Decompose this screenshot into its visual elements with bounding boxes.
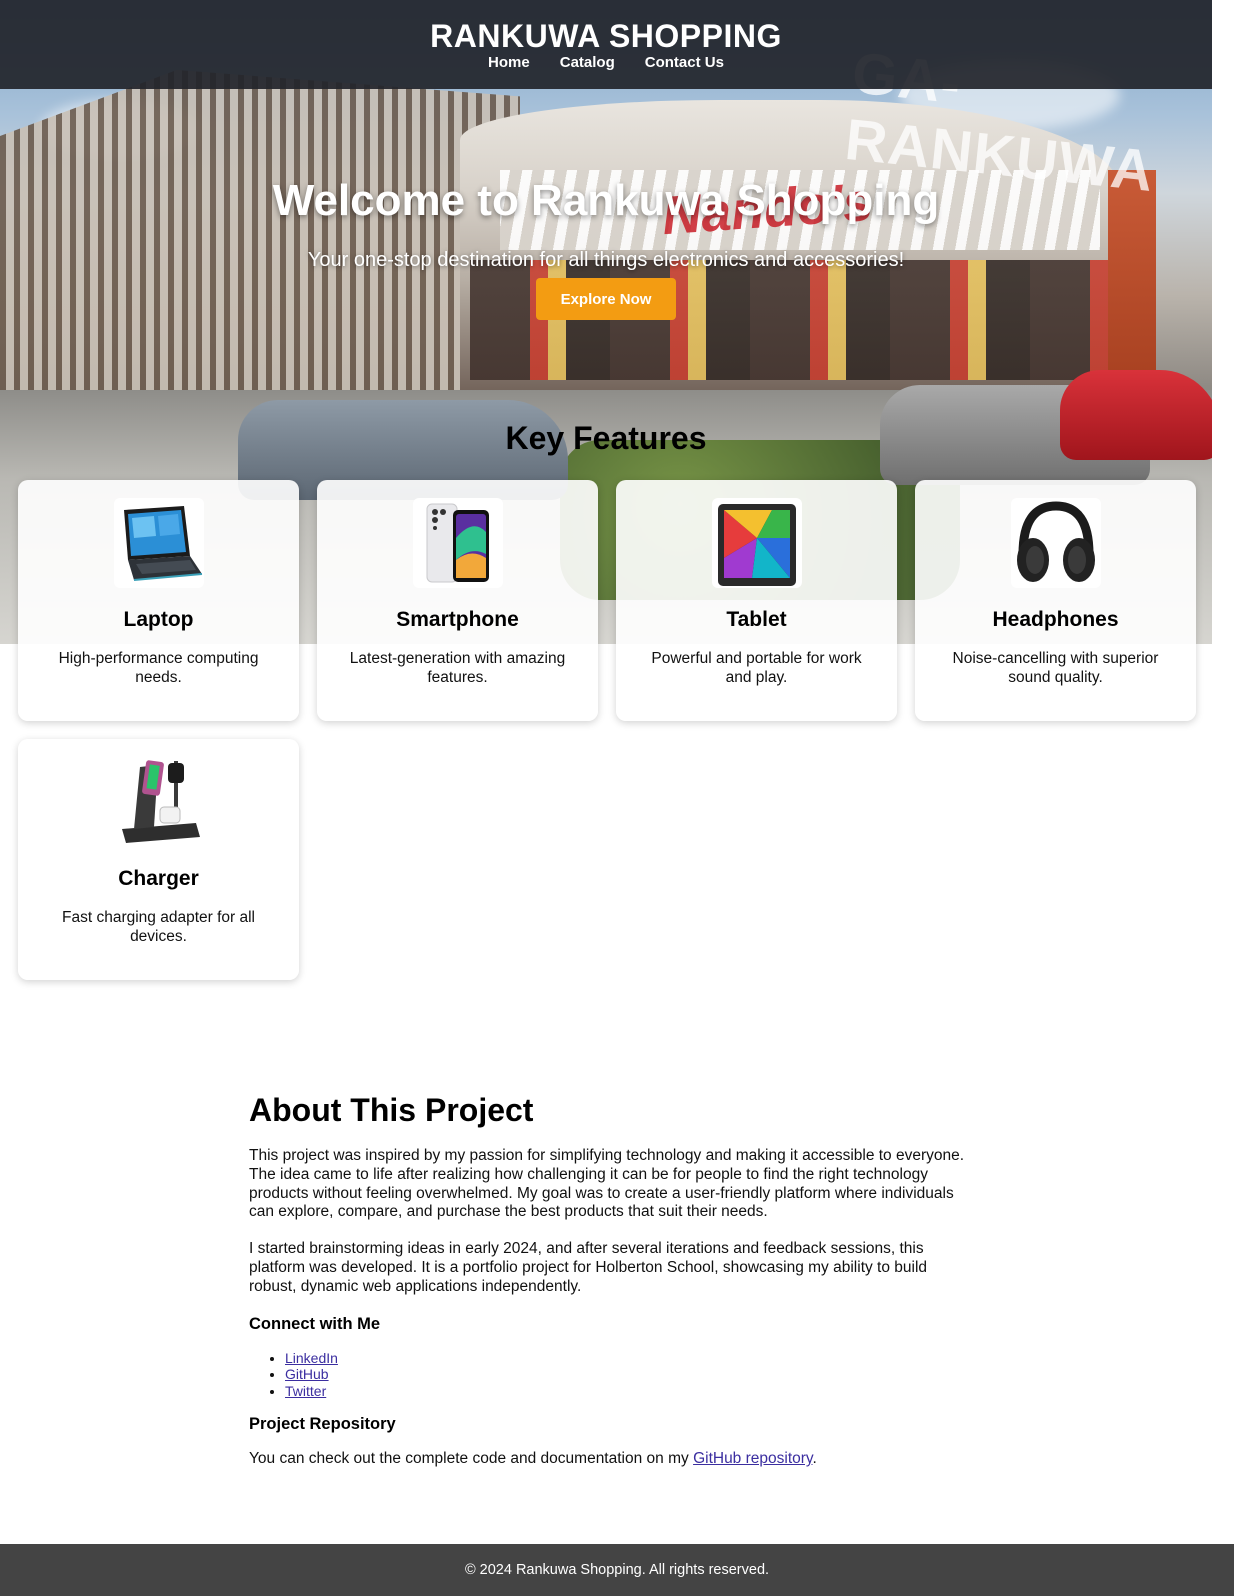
twitter-link[interactable]: Twitter <box>285 1383 326 1399</box>
smartphone-icon <box>413 498 503 588</box>
feature-card-description: Noise-cancelling with superior sound qua… <box>952 650 1159 686</box>
about-paragraph: I started brainstorming ideas in early 2… <box>249 1240 928 1295</box>
feature-card-laptop[interactable]: Laptop High-performance computing needs. <box>18 480 299 721</box>
github-repository-link[interactable]: GitHub repository <box>693 1450 812 1467</box>
feature-card-description: Latest-generation with amazing features. <box>349 650 566 686</box>
nav-catalog[interactable]: Catalog <box>560 54 615 71</box>
feature-card-title: Tablet <box>726 608 787 631</box>
headphones-icon <box>1011 498 1101 588</box>
feature-card-tablet[interactable]: Tablet Powerful and portable for work an… <box>616 480 897 721</box>
social-links: LinkedIn GitHub Twitter <box>285 1350 969 1400</box>
charger-icon <box>114 757 204 847</box>
connect-title: Connect with Me <box>249 1314 381 1333</box>
hero-title: Welcome to Rankuwa Shopping <box>272 176 940 225</box>
main-nav: Home Catalog Contact Us <box>0 54 1212 71</box>
mall-building-left <box>0 70 520 400</box>
hero-subtitle: Your one-stop destination for all things… <box>307 249 905 271</box>
about-title: About This Project <box>249 1092 534 1128</box>
nav-contact-us[interactable]: Contact Us <box>645 54 724 71</box>
list-item: Twitter <box>285 1383 969 1400</box>
explore-now-button[interactable]: Explore Now <box>536 278 676 320</box>
feature-card-title: Laptop <box>123 608 194 631</box>
site-header: RANKUWA SHOPPING Home Catalog Contact Us <box>0 0 1212 89</box>
feature-card-title: Charger <box>118 867 199 890</box>
feature-card-smartphone[interactable]: Smartphone Latest-generation with amazin… <box>317 480 598 721</box>
feature-card-title: Smartphone <box>396 608 519 631</box>
nav-home[interactable]: Home <box>488 54 530 71</box>
features-title: Key Features <box>505 420 707 456</box>
footer-copyright: © 2024 Rankuwa Shopping. All rights rese… <box>464 1562 770 1578</box>
linkedin-link[interactable]: LinkedIn <box>285 1350 338 1366</box>
site-footer: © 2024 Rankuwa Shopping. All rights rese… <box>0 1544 1234 1596</box>
tablet-icon <box>712 498 802 588</box>
repo-text-end: . <box>812 1450 817 1468</box>
feature-card-headphones[interactable]: Headphones Noise-cancelling with superio… <box>915 480 1196 721</box>
feature-card-charger[interactable]: Charger Fast charging adapter for all de… <box>18 739 299 980</box>
feature-card-description: Powerful and portable for work and play. <box>651 650 862 686</box>
list-item: GitHub <box>285 1366 969 1383</box>
feature-card-title: Headphones <box>992 608 1119 631</box>
repo-title: Project Repository <box>249 1415 396 1434</box>
repo-paragraph: You can check out the complete code and … <box>249 1450 969 1469</box>
about-section: About This Project This project was insp… <box>249 1092 969 1487</box>
about-paragraph: This project was inspired by my passion … <box>249 1147 965 1221</box>
github-link[interactable]: GitHub <box>285 1366 329 1382</box>
list-item: LinkedIn <box>285 1350 969 1367</box>
site-title: RANKUWA SHOPPING <box>430 18 782 54</box>
laptop-icon <box>114 498 204 588</box>
feature-card-description: High-performance computing needs. <box>58 650 259 686</box>
feature-card-description: Fast charging adapter for all devices. <box>62 909 255 945</box>
repo-text: You can check out the complete code and … <box>249 1450 694 1468</box>
